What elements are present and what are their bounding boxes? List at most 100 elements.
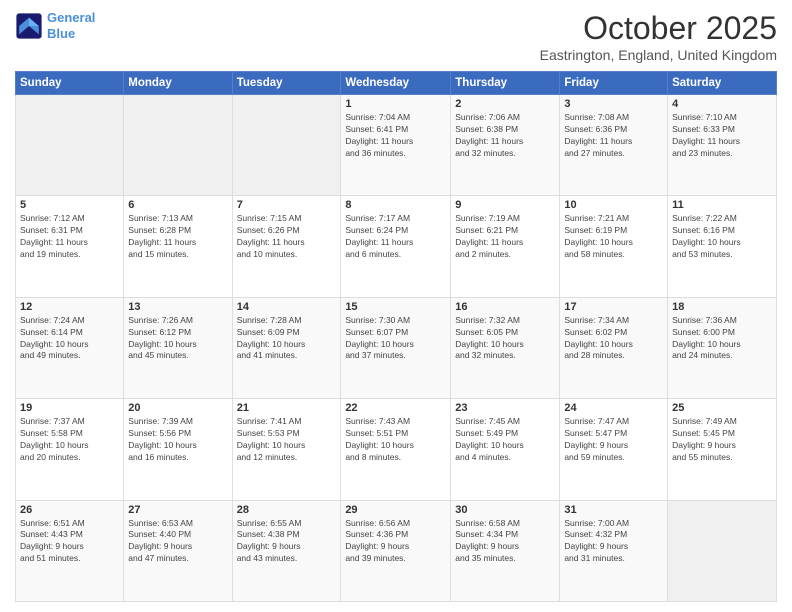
logo-blue: Blue: [47, 26, 75, 41]
calendar-cell: 23Sunrise: 7:45 AM Sunset: 5:49 PM Dayli…: [451, 399, 560, 500]
calendar-cell: 8 Sunrise: 7:17 AM Sunset: 6:24 PM Daylig…: [341, 196, 451, 297]
day-info: Sunrise: 7:36 AM Sunset: 6:00 PM Dayligh…: [672, 315, 772, 363]
day-info: Sunrise: 7:28 AM Sunset: 6:09 PM Dayligh…: [237, 315, 337, 363]
day-number: 16: [455, 301, 555, 313]
calendar-week-4: 26Sunrise: 6:51 AM Sunset: 4:43 PM Dayli…: [16, 500, 777, 601]
calendar-cell: 19 Sunrise: 7:37 AM Sunset: 5:58 PM Dayli…: [16, 399, 124, 500]
calendar-header: SundayMondayTuesdayWednesdayThursdayFrid…: [16, 72, 777, 95]
day-info: Sunrise: 6:55 AM Sunset: 4:38 PM Dayligh…: [237, 518, 337, 566]
day-info: Sunrise: 7:34 AM Sunset: 6:02 PM Dayligh…: [564, 315, 663, 363]
calendar-cell: 5 Sunrise: 7:12 AM Sunset: 6:31 PM Daylig…: [16, 196, 124, 297]
day-number: 14: [237, 301, 337, 313]
day-number: 3: [564, 98, 663, 110]
logo-general: General: [47, 10, 95, 25]
day-info: Sunrise: 7:19 AM Sunset: 6:21 PM Dayligh…: [455, 213, 555, 261]
calendar-cell: 30Sunrise: 6:58 AM Sunset: 4:34 PM Dayli…: [451, 500, 560, 601]
calendar-week-0: 1Sunrise: 7:04 AM Sunset: 6:41 PM Daylig…: [16, 95, 777, 196]
calendar-cell: 14 Sunrise: 7:28 AM Sunset: 6:09 PM Dayli…: [232, 297, 341, 398]
day-header-saturday: Saturday: [668, 72, 777, 95]
title-section: October 2025 Eastrington, England, Unite…: [540, 10, 777, 63]
month-title: October 2025: [540, 10, 777, 47]
day-info: Sunrise: 6:56 AM Sunset: 4:36 PM Dayligh…: [345, 518, 446, 566]
day-number: 25: [672, 402, 772, 414]
day-number: 23: [455, 402, 555, 414]
calendar-cell: 12 Sunrise: 7:24 AM Sunset: 6:14 PM Dayli…: [16, 297, 124, 398]
day-header-monday: Monday: [124, 72, 232, 95]
calendar-cell: 26Sunrise: 6:51 AM Sunset: 4:43 PM Dayli…: [16, 500, 124, 601]
day-number: 27: [128, 504, 227, 516]
calendar-cell: 16 Sunrise: 7:32 AM Sunset: 6:05 PM Dayli…: [451, 297, 560, 398]
day-number: 8: [345, 199, 446, 211]
day-info: Sunrise: 7:10 AM Sunset: 6:33 PM Dayligh…: [672, 112, 772, 160]
day-header-wednesday: Wednesday: [341, 72, 451, 95]
logo-text: General Blue: [47, 10, 95, 41]
day-info: Sunrise: 7:41 AM Sunset: 5:53 PM Dayligh…: [237, 416, 337, 464]
day-number: 11: [672, 199, 772, 211]
day-number: 18: [672, 301, 772, 313]
day-info: Sunrise: 7:47 AM Sunset: 5:47 PM Dayligh…: [564, 416, 663, 464]
calendar-cell: [124, 95, 232, 196]
calendar-cell: 18 Sunrise: 7:36 AM Sunset: 6:00 PM Dayli…: [668, 297, 777, 398]
day-info: Sunrise: 7:22 AM Sunset: 6:16 PM Dayligh…: [672, 213, 772, 261]
calendar-cell: 10Sunrise: 7:21 AM Sunset: 6:19 PM Dayli…: [560, 196, 668, 297]
calendar-week-3: 19 Sunrise: 7:37 AM Sunset: 5:58 PM Dayli…: [16, 399, 777, 500]
day-info: Sunrise: 7:49 AM Sunset: 5:45 PM Dayligh…: [672, 416, 772, 464]
calendar-cell: 4 Sunrise: 7:10 AM Sunset: 6:33 PM Daylig…: [668, 95, 777, 196]
calendar-cell: 6Sunrise: 7:13 AM Sunset: 6:28 PM Daylig…: [124, 196, 232, 297]
day-info: Sunrise: 7:37 AM Sunset: 5:58 PM Dayligh…: [20, 416, 119, 464]
day-info: Sunrise: 7:08 AM Sunset: 6:36 PM Dayligh…: [564, 112, 663, 160]
calendar-cell: 21Sunrise: 7:41 AM Sunset: 5:53 PM Dayli…: [232, 399, 341, 500]
day-header-sunday: Sunday: [16, 72, 124, 95]
day-number: 15: [345, 301, 446, 313]
day-number: 6: [128, 199, 227, 211]
day-number: 29: [345, 504, 446, 516]
calendar-cell: 17 Sunrise: 7:34 AM Sunset: 6:02 PM Dayli…: [560, 297, 668, 398]
day-number: 9: [455, 199, 555, 211]
day-header-thursday: Thursday: [451, 72, 560, 95]
day-info: Sunrise: 7:26 AM Sunset: 6:12 PM Dayligh…: [128, 315, 227, 363]
day-info: Sunrise: 6:58 AM Sunset: 4:34 PM Dayligh…: [455, 518, 555, 566]
day-info: Sunrise: 7:30 AM Sunset: 6:07 PM Dayligh…: [345, 315, 446, 363]
location: Eastrington, England, United Kingdom: [540, 47, 777, 63]
calendar-cell: 24Sunrise: 7:47 AM Sunset: 5:47 PM Dayli…: [560, 399, 668, 500]
calendar-week-1: 5 Sunrise: 7:12 AM Sunset: 6:31 PM Daylig…: [16, 196, 777, 297]
day-number: 1: [345, 98, 446, 110]
calendar-cell: 15 Sunrise: 7:30 AM Sunset: 6:07 PM Dayli…: [341, 297, 451, 398]
day-info: Sunrise: 6:51 AM Sunset: 4:43 PM Dayligh…: [20, 518, 119, 566]
day-info: Sunrise: 7:17 AM Sunset: 6:24 PM Dayligh…: [345, 213, 446, 261]
day-number: 2: [455, 98, 555, 110]
day-info: Sunrise: 7:24 AM Sunset: 6:14 PM Dayligh…: [20, 315, 119, 363]
calendar-cell: [232, 95, 341, 196]
calendar-cell: 7 Sunrise: 7:15 AM Sunset: 6:26 PM Daylig…: [232, 196, 341, 297]
calendar-cell: 13 Sunrise: 7:26 AM Sunset: 6:12 PM Dayli…: [124, 297, 232, 398]
calendar-cell: [668, 500, 777, 601]
header: General Blue October 2025 Eastrington, E…: [15, 10, 777, 63]
day-number: 17: [564, 301, 663, 313]
calendar-body: 1Sunrise: 7:04 AM Sunset: 6:41 PM Daylig…: [16, 95, 777, 602]
calendar-cell: 25 Sunrise: 7:49 AM Sunset: 5:45 PM Dayli…: [668, 399, 777, 500]
day-info: Sunrise: 7:00 AM Sunset: 4:32 PM Dayligh…: [564, 518, 663, 566]
day-info: Sunrise: 7:21 AM Sunset: 6:19 PM Dayligh…: [564, 213, 663, 261]
day-number: 20: [128, 402, 227, 414]
day-info: Sunrise: 6:53 AM Sunset: 4:40 PM Dayligh…: [128, 518, 227, 566]
calendar-table: SundayMondayTuesdayWednesdayThursdayFrid…: [15, 71, 777, 602]
calendar-cell: [16, 95, 124, 196]
logo-icon: [15, 12, 43, 40]
calendar-cell: 1Sunrise: 7:04 AM Sunset: 6:41 PM Daylig…: [341, 95, 451, 196]
day-number: 13: [128, 301, 227, 313]
day-info: Sunrise: 7:15 AM Sunset: 6:26 PM Dayligh…: [237, 213, 337, 261]
calendar-cell: 31Sunrise: 7:00 AM Sunset: 4:32 PM Dayli…: [560, 500, 668, 601]
day-info: Sunrise: 7:39 AM Sunset: 5:56 PM Dayligh…: [128, 416, 227, 464]
day-info: Sunrise: 7:43 AM Sunset: 5:51 PM Dayligh…: [345, 416, 446, 464]
day-info: Sunrise: 7:32 AM Sunset: 6:05 PM Dayligh…: [455, 315, 555, 363]
day-number: 19: [20, 402, 119, 414]
day-number: 7: [237, 199, 337, 211]
calendar-cell: 3 Sunrise: 7:08 AM Sunset: 6:36 PM Daylig…: [560, 95, 668, 196]
day-number: 5: [20, 199, 119, 211]
day-header-tuesday: Tuesday: [232, 72, 341, 95]
day-number: 4: [672, 98, 772, 110]
day-number: 12: [20, 301, 119, 313]
day-info: Sunrise: 7:12 AM Sunset: 6:31 PM Dayligh…: [20, 213, 119, 261]
calendar-cell: 27 Sunrise: 6:53 AM Sunset: 4:40 PM Dayli…: [124, 500, 232, 601]
calendar-cell: 28Sunrise: 6:55 AM Sunset: 4:38 PM Dayli…: [232, 500, 341, 601]
